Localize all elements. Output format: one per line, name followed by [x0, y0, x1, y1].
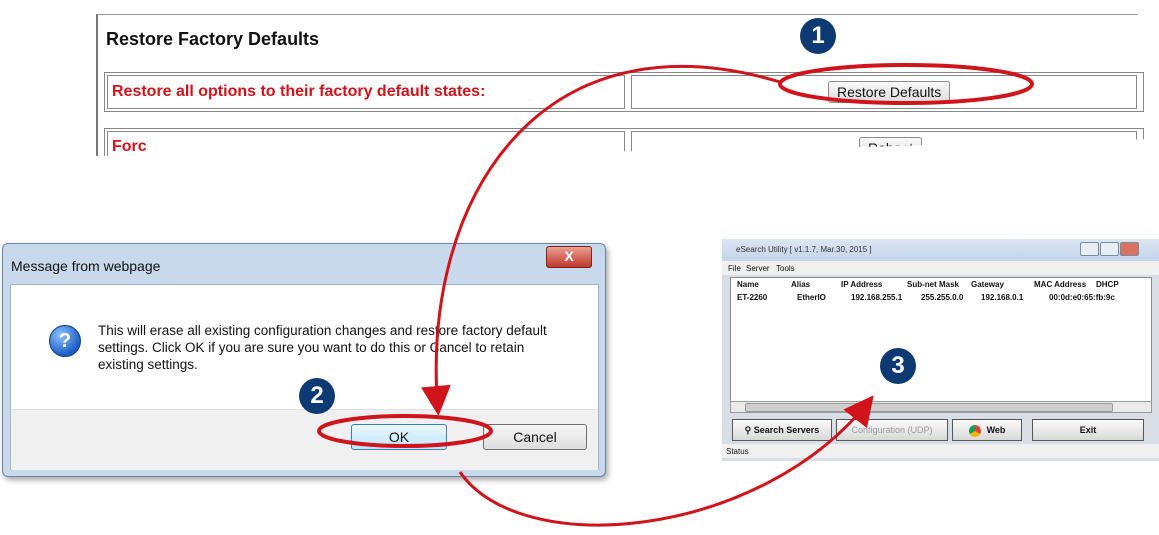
step-badge-1: 1 [800, 18, 836, 54]
arrow-step2-to-step3 [458, 395, 874, 527]
step-badge-3: 3 [880, 348, 916, 384]
annotation-overlay [317, 63, 1034, 527]
ok-highlight-oval [317, 414, 493, 448]
restore-highlight-oval [778, 63, 1034, 105]
arrow-step1-to-step2 [421, 64, 781, 416]
step-badge-2: 2 [299, 378, 335, 414]
